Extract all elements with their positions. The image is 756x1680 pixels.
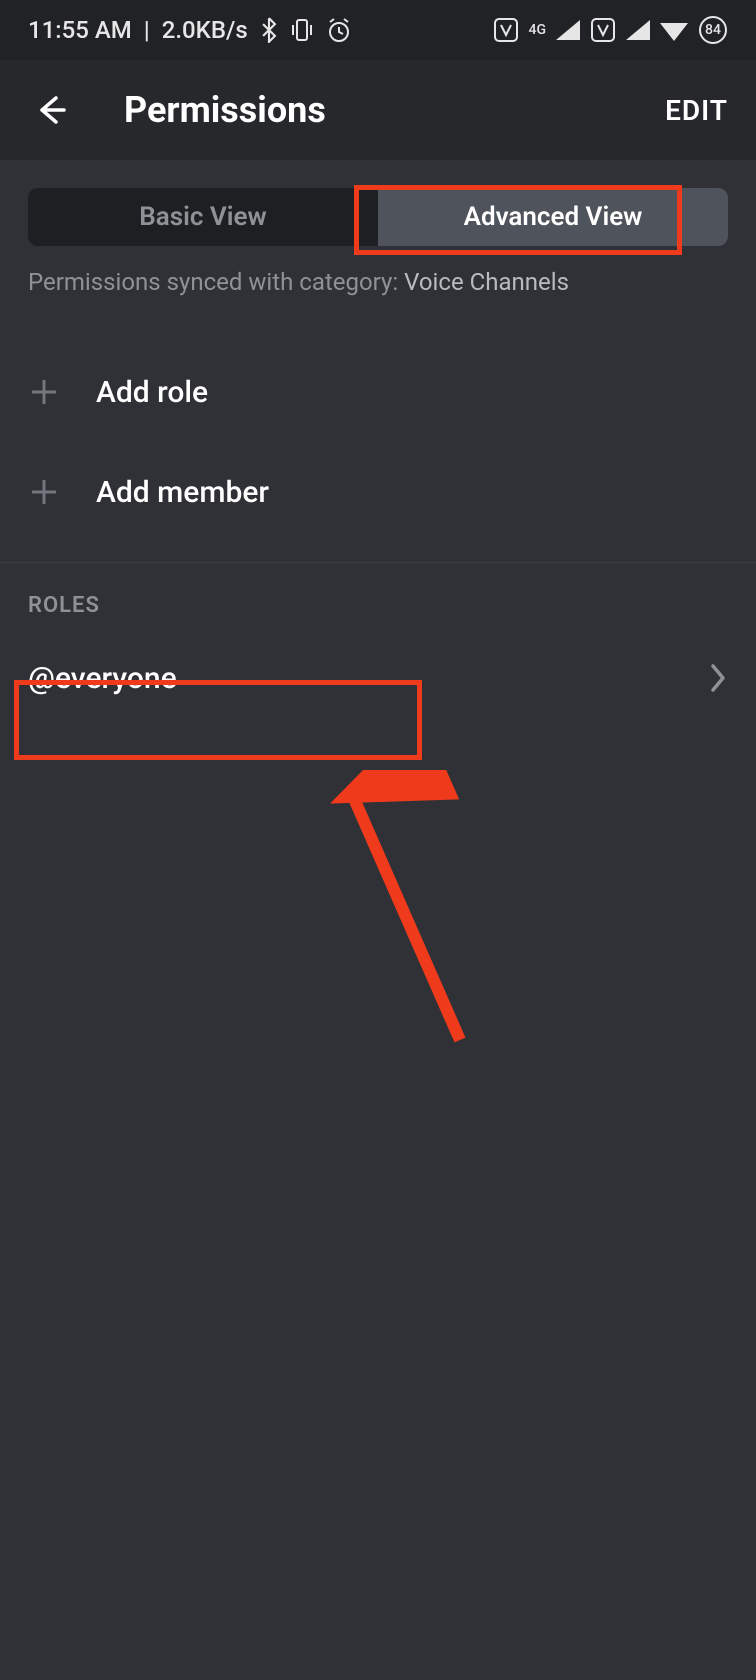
- tab-advanced-view[interactable]: Advanced View: [378, 188, 728, 246]
- tab-basic-label: Basic View: [139, 202, 266, 232]
- view-tabs: Basic View Advanced View: [28, 188, 728, 246]
- status-time: 11:55 AM: [28, 16, 132, 44]
- status-speed: 2.0KB/s: [162, 16, 248, 44]
- plus-icon: [28, 476, 60, 508]
- roles-heading: ROLES: [0, 563, 756, 630]
- sync-status: Permissions synced with category: Voice …: [28, 268, 728, 296]
- signal-icon: [556, 20, 580, 40]
- app-bar: Permissions EDIT: [0, 60, 756, 160]
- battery-percent: 84: [698, 15, 728, 45]
- edit-button[interactable]: EDIT: [665, 94, 728, 127]
- add-role-button[interactable]: Add role: [0, 342, 756, 442]
- wifi-icon: [660, 19, 688, 41]
- tab-basic-view[interactable]: Basic View: [28, 188, 378, 246]
- role-item-everyone[interactable]: @everyone: [0, 630, 756, 726]
- vibrate-icon: [290, 17, 314, 43]
- status-separator: |: [144, 16, 150, 44]
- v-box-icon: [493, 17, 519, 43]
- annotation-arrow-icon: [320, 770, 480, 1050]
- add-member-button[interactable]: Add member: [0, 442, 756, 542]
- network-type: 4G: [529, 24, 547, 36]
- role-item-label: @everyone: [28, 661, 177, 696]
- battery-icon: 84: [698, 15, 728, 45]
- status-bar: 11:55 AM | 2.0KB/s: [0, 0, 756, 60]
- plus-icon: [28, 376, 60, 408]
- signal-icon-2: [626, 20, 650, 40]
- chevron-right-icon: [708, 662, 728, 694]
- add-role-label: Add role: [96, 375, 208, 410]
- content: Basic View Advanced View Permissions syn…: [0, 160, 756, 726]
- add-member-label: Add member: [96, 475, 269, 510]
- sync-category: Voice Channels: [404, 268, 569, 296]
- add-list: Add role Add member: [0, 342, 756, 542]
- tab-advanced-label: Advanced View: [464, 202, 643, 232]
- alarm-icon: [326, 17, 352, 43]
- sync-prefix: Permissions synced with category:: [28, 268, 404, 296]
- page-title: Permissions: [124, 89, 326, 131]
- bluetooth-icon: [260, 17, 278, 43]
- back-button[interactable]: [28, 88, 72, 132]
- v-box-icon-2: [590, 17, 616, 43]
